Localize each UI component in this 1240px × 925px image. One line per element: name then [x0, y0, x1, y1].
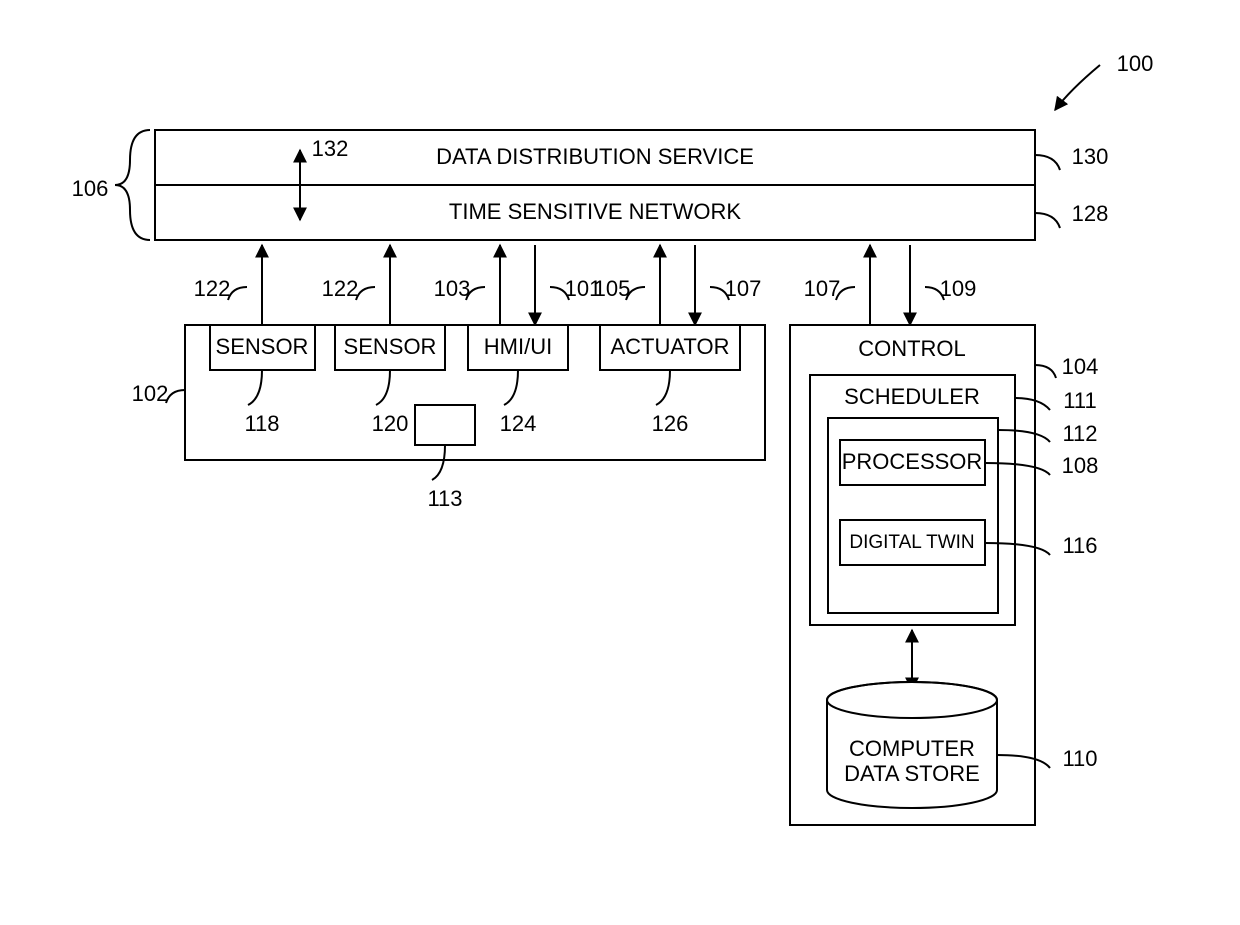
- ref-113: 113: [427, 486, 462, 511]
- ref-110: 110: [1062, 746, 1097, 771]
- ref-106: 106: [72, 176, 109, 201]
- ref-124: 124: [500, 411, 537, 436]
- ref-122b: 122: [322, 276, 359, 301]
- ref-126: 126: [652, 411, 689, 436]
- ref-128: 128: [1072, 201, 1109, 226]
- ref-100: 100: [1117, 51, 1154, 76]
- ref-107b: 107: [804, 276, 841, 301]
- sensor1-label: SENSOR: [216, 334, 309, 359]
- ref-109: 109: [940, 276, 977, 301]
- datastore-label1: COMPUTER: [849, 736, 975, 761]
- ref-111: 111: [1063, 388, 1096, 413]
- ref-130: 130: [1072, 144, 1109, 169]
- ref-108: 108: [1062, 453, 1099, 478]
- ref-132: 132: [312, 136, 349, 161]
- ref-105: 105: [594, 276, 631, 301]
- sensor2-label: SENSOR: [344, 334, 437, 359]
- actuator-label: ACTUATOR: [611, 334, 730, 359]
- ref-112: 112: [1062, 421, 1097, 446]
- ref-120: 120: [372, 411, 409, 436]
- ref-118: 118: [244, 411, 279, 436]
- digitaltwin-label: DIGITAL TWIN: [849, 532, 974, 553]
- scheduler-label: SCHEDULER: [844, 384, 980, 409]
- ref-104: 104: [1062, 354, 1099, 379]
- dds-label: DATA DISTRIBUTION SERVICE: [436, 144, 754, 169]
- tsn-label: TIME SENSITIVE NETWORK: [449, 199, 741, 224]
- datastore-label2: DATA STORE: [844, 761, 980, 786]
- ref-107a: 107: [725, 276, 762, 301]
- ref-103: 103: [434, 276, 471, 301]
- ref-116: 116: [1062, 533, 1097, 558]
- processor-label: PROCESSOR: [842, 449, 983, 474]
- control-label: CONTROL: [858, 336, 966, 361]
- hmi-label: HMI/UI: [484, 334, 552, 359]
- ref-122a: 122: [194, 276, 231, 301]
- ref-102: 102: [132, 381, 169, 406]
